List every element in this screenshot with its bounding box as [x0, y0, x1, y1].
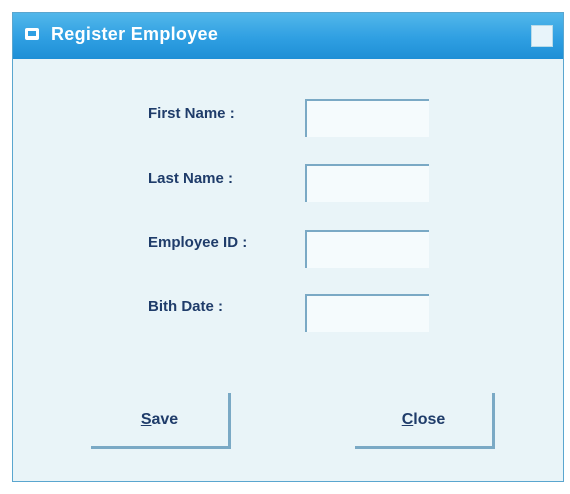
window-title: Register Employee: [51, 24, 219, 44]
birth-date-input[interactable]: [305, 294, 429, 332]
window-app-icon: [25, 28, 39, 40]
first-name-input[interactable]: [305, 99, 429, 137]
close-button-label: lose: [413, 410, 446, 428]
close-button[interactable]: Close: [355, 393, 495, 449]
employee-id-input[interactable]: [305, 230, 429, 268]
register-employee-window: Register Employee First Name : Last Name…: [12, 12, 564, 482]
save-button[interactable]: Save: [91, 393, 231, 449]
last-name-label: Last Name :: [148, 170, 234, 187]
employee-id-label: Employee ID :: [148, 234, 248, 251]
close-window-button[interactable]: [531, 25, 553, 47]
close-button-mnemonic: C: [401, 410, 414, 428]
first-name-label: First Name :: [148, 105, 235, 122]
save-button-mnemonic: S: [140, 410, 152, 428]
last-name-input[interactable]: [305, 164, 429, 202]
save-button-label: ave: [151, 410, 179, 428]
page: Register Employee First Name : Last Name…: [0, 0, 570, 494]
birth-date-label: Bith Date :: [148, 298, 223, 315]
title-bar[interactable]: Register Employee: [13, 13, 563, 59]
